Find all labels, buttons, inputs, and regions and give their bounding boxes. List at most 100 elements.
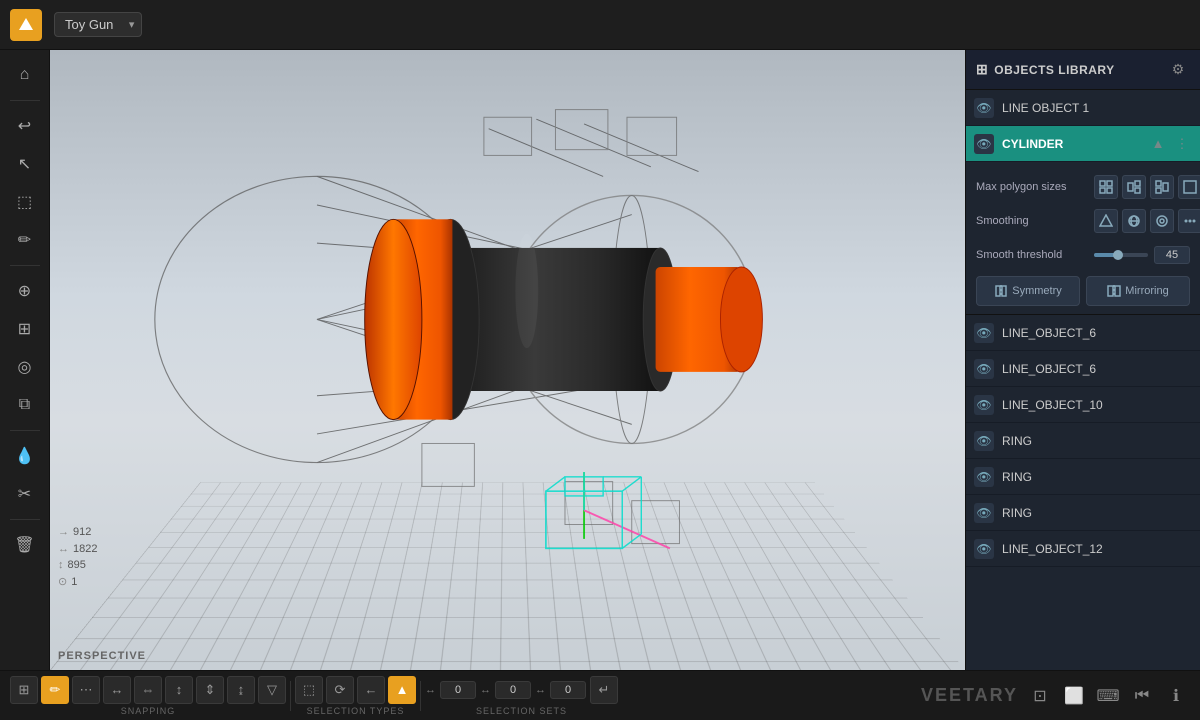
slider-track[interactable]	[1094, 253, 1148, 257]
viewport-coords: → 912 ↔ 1822 ↕ 895 ⊙ 1	[58, 524, 97, 590]
visibility-icon[interactable]: 👁	[974, 539, 994, 559]
x-input[interactable]	[440, 681, 476, 699]
btm-separator-2	[420, 681, 421, 711]
snap-h3-btn[interactable]: ↕	[165, 676, 193, 704]
panel-header-icons: ⚙	[1166, 58, 1190, 82]
object-item-ring-2[interactable]: 👁 RING	[966, 459, 1200, 495]
viewport[interactable]: → 912 ↔ 1822 ↕ 895 ⊙ 1 PERSPECTIVE	[50, 50, 965, 670]
toolbar-audio-btn[interactable]: ◎	[8, 350, 42, 384]
rewind-btn[interactable]: ⏮	[1128, 682, 1156, 710]
snap-v1-btn[interactable]: ⇕	[196, 676, 224, 704]
panel-header-title: ⊞ OBJECTS LIBRARY	[976, 61, 1115, 78]
object-item-line-object-12[interactable]: 👁 LINE_OBJECT_12	[966, 531, 1200, 567]
smooth-flat-btn[interactable]	[1094, 209, 1118, 233]
visibility-icon[interactable]: 👁	[974, 467, 994, 487]
toolbar-add-btn[interactable]: ⊕	[8, 274, 42, 308]
smooth-dots-btn[interactable]	[1178, 209, 1200, 233]
snapping-label: SNAPPING	[88, 706, 208, 716]
object-item-ring-3[interactable]: 👁 RING	[966, 495, 1200, 531]
fit-screen-btn[interactable]: ⊡	[1026, 682, 1054, 710]
smooth-threshold-label: Smooth threshold	[976, 249, 1086, 261]
selection-types-label: SELECTION TYPES	[307, 706, 405, 716]
sel-left-btn[interactable]: ←	[357, 676, 385, 704]
object-name: RING	[1002, 470, 1192, 484]
object-item-line-object-10[interactable]: 👁 LINE_OBJECT_10	[966, 387, 1200, 423]
object-name: LINE_OBJECT_6	[1002, 326, 1192, 340]
sel-loop-btn[interactable]: ⟳	[326, 676, 354, 704]
info-btn[interactable]: ℹ	[1162, 682, 1190, 710]
object-name: LINE_OBJECT_10	[1002, 398, 1192, 412]
visibility-icon[interactable]: 👁	[974, 395, 994, 415]
visibility-icon[interactable]: 👁	[974, 503, 994, 523]
toolbar-selection-box-btn[interactable]: ⬚	[8, 185, 42, 219]
object-name: LINE OBJECT 1	[1002, 101, 1192, 115]
snap-v2-btn[interactable]: ↨	[227, 676, 255, 704]
apply-btn[interactable]: ↵	[590, 676, 618, 704]
toolbar-knife-btn[interactable]: ✂	[8, 477, 42, 511]
mirroring-btn[interactable]: Mirroring	[1086, 276, 1190, 306]
toolbar-trash-btn[interactable]: 🗑	[8, 528, 42, 562]
visibility-icon[interactable]: 👁	[974, 359, 994, 379]
right-panel: ⊞ OBJECTS LIBRARY ⚙ 👁 LINE OBJECT 1 👁 CY…	[965, 50, 1200, 670]
toolbar-divider-1	[10, 100, 40, 101]
sel-right-btn[interactable]: ▲	[388, 676, 416, 704]
toolbar-home-btn[interactable]: ⌂	[8, 58, 42, 92]
smooth-torus-btn[interactable]	[1150, 209, 1174, 233]
polygon-size-4-btn[interactable]	[1178, 175, 1200, 199]
toolbar-dropper-btn[interactable]: 💧	[8, 439, 42, 473]
object-item-line-object-6b[interactable]: 👁 LINE_OBJECT_6	[966, 351, 1200, 387]
symmetry-btn[interactable]: Symmetry	[976, 276, 1080, 306]
smooth-threshold-slider[interactable]: 45	[1094, 246, 1190, 264]
object-name: CYLINDER	[1002, 137, 1140, 151]
collapse-btn[interactable]: ▲	[1148, 134, 1168, 154]
project-name[interactable]: Toy Gun	[54, 12, 142, 37]
smooth-sphere-btn[interactable]	[1122, 209, 1146, 233]
snap-active-btn[interactable]: ✏	[41, 676, 69, 704]
selection-sets-section: ↔ ↔ ↔ ↵ SELECTION SETS	[425, 676, 618, 716]
smooth-threshold-value[interactable]: 45	[1154, 246, 1190, 264]
z-axis-icon: ↔	[535, 684, 546, 696]
keyboard-btn[interactable]: ⌨	[1094, 682, 1122, 710]
slider-thumb[interactable]	[1113, 250, 1123, 260]
toolbar-boolean-btn[interactable]: ⊞	[8, 312, 42, 346]
btm-separator-1	[290, 681, 291, 711]
snap-h2-btn[interactable]: ⇔	[134, 676, 162, 704]
object-item-line-object-1[interactable]: 👁 LINE OBJECT 1	[966, 90, 1200, 126]
toolbar-undo-btn[interactable]: ↩	[8, 109, 42, 143]
snap-grid-btn[interactable]: ⊞	[10, 676, 38, 704]
object-item-ring-1[interactable]: 👁 RING	[966, 423, 1200, 459]
main-content: ⌂ ↩ ↖ ⬚ ✏ ⊕ ⊞ ◎ ⧉ 💧 ✂ 🗑	[0, 50, 1200, 670]
visibility-icon[interactable]: 👁	[974, 323, 994, 343]
visibility-icon[interactable]: 👁	[974, 134, 994, 154]
toolbar-select-btn[interactable]: ↖	[8, 147, 42, 181]
top-bar: Toy Gun	[0, 0, 1200, 50]
polygon-size-3-btn[interactable]	[1150, 175, 1174, 199]
snap-tri-btn[interactable]: ▽	[258, 676, 286, 704]
sel-box-btn[interactable]: ⬚	[295, 676, 323, 704]
frame-btn[interactable]: ⬜	[1060, 682, 1088, 710]
visibility-icon[interactable]: 👁	[974, 98, 994, 118]
toolbar-divider-2	[10, 265, 40, 266]
polygon-size-2-btn[interactable]	[1122, 175, 1146, 199]
x-axis-icon: ↔	[425, 684, 436, 696]
smooth-threshold-row: Smooth threshold 45	[976, 238, 1190, 272]
more-btn[interactable]: ⋮	[1172, 134, 1192, 154]
snap-dots-btn[interactable]: ⋯	[72, 676, 100, 704]
selection-types-section: ⬚ ⟳ ← ▲ SELECTION TYPES	[295, 676, 416, 716]
toolbar-group-btn[interactable]: ⧉	[8, 388, 42, 422]
z-input[interactable]	[550, 681, 586, 699]
y-input[interactable]	[495, 681, 531, 699]
toolbar-pen-btn[interactable]: ✏	[8, 223, 42, 257]
object-item-cylinder[interactable]: 👁 CYLINDER ▲ ⋮	[966, 126, 1200, 162]
snap-h1-btn[interactable]: ↔	[103, 676, 131, 704]
object-item-line-object-6a[interactable]: 👁 LINE_OBJECT_6	[966, 315, 1200, 351]
bottom-toolbar: ⊞ ✏ ⋯ ↔ ⇔ ↕ ⇕ ↨ ▽ SNAPPING ⬚ ⟳ ← ▲ SELEC…	[0, 670, 1200, 720]
3d-model	[96, 81, 920, 577]
toolbar-divider-3	[10, 430, 40, 431]
object-name: LINE_OBJECT_6	[1002, 362, 1192, 376]
visibility-icon[interactable]: 👁	[974, 431, 994, 451]
settings-icon-btn[interactable]: ⚙	[1166, 58, 1190, 82]
polygon-size-1-btn[interactable]	[1094, 175, 1118, 199]
app-logo[interactable]	[10, 9, 42, 41]
selection-sets-label: SELECTION SETS	[476, 706, 567, 716]
